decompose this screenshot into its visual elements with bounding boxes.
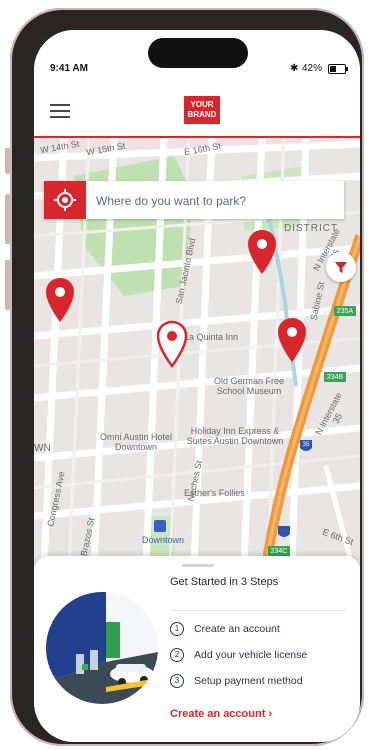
parking-location-pin[interactable]: [276, 316, 308, 364]
interstate-shield: [278, 526, 290, 537]
map-label-downtown: Downtown: [142, 535, 185, 545]
onboarding-title: Get Started in 3 Steps: [170, 576, 279, 588]
map-view[interactable]: W 14th St W 15th St E 16th St DISTRICT S…: [34, 136, 360, 566]
parking-location-pin[interactable]: [44, 276, 76, 324]
step-number: 1: [170, 622, 184, 636]
brand-logo-line2: BRAND: [187, 110, 217, 119]
transit-icon: [154, 520, 166, 532]
step-number: 2: [170, 648, 184, 662]
park-search-bar[interactable]: [44, 181, 344, 219]
volume-up-button: [5, 194, 11, 244]
map-label-esthers: Esther's Follies: [184, 488, 245, 498]
phone-frame: 9:41 AM ✱ 42% YOUR BRAND W 14th St W 15t…: [10, 8, 364, 746]
filter-button[interactable]: [326, 252, 356, 282]
interstate-shield-label: 35: [302, 442, 310, 448]
map-label-omni: Omni Austin Hotel Downtown: [99, 432, 173, 452]
step-add-vehicle: 2 Add your vehicle license: [170, 648, 307, 662]
step-number: 3: [170, 674, 184, 688]
sheet-drag-handle[interactable]: [182, 564, 214, 567]
step-create-account: 1 Create an account: [170, 622, 280, 636]
filter-funnel-icon: [335, 262, 347, 273]
bluetooth-icon: ✱: [290, 63, 299, 74]
app-header: YOUR BRAND: [34, 88, 360, 138]
map-label-wn: WN: [34, 443, 51, 454]
step-label: Add your vehicle license: [194, 648, 308, 661]
parking-location-pin[interactable]: [246, 228, 278, 276]
status-time: 9:41 AM: [50, 63, 88, 74]
battery-icon: [328, 64, 348, 74]
create-account-link[interactable]: Create an account ›: [170, 708, 272, 720]
brand-logo-line1: YOUR: [190, 100, 214, 109]
step-setup-payment: 3 Setup payment method: [170, 674, 303, 688]
park-search-input[interactable]: [94, 189, 338, 213]
volume-down-button: [5, 260, 11, 310]
parking-illustration: [46, 592, 158, 704]
phone-notch: [148, 38, 248, 68]
selected-location-pin[interactable]: [156, 320, 188, 368]
sheet-divider: [170, 610, 346, 611]
brand-logo: YOUR BRAND: [184, 96, 220, 124]
map-label-la-quinta: La Quinta Inn: [184, 332, 239, 342]
map-label-holiday-inn: Holiday Inn Express & Suites Austin Down…: [186, 426, 284, 446]
phone-screen: 9:41 AM ✱ 42% YOUR BRAND W 14th St W 15t…: [34, 30, 360, 742]
step-label: Create an account: [194, 622, 280, 635]
battery-percent: 42%: [302, 63, 323, 74]
exit-label-234b: 234B: [326, 374, 344, 381]
side-button: [5, 148, 11, 174]
onboarding-sheet: Get Started in 3 Steps 1 Create an accoun…: [34, 556, 360, 742]
hamburger-menu-icon[interactable]: [50, 104, 70, 118]
step-label: Setup payment method: [194, 674, 303, 687]
locate-me-icon[interactable]: [44, 181, 86, 219]
map-label-old-german: Old German Free School Museum: [213, 376, 285, 396]
exit-label-235a: 235A: [336, 308, 354, 315]
